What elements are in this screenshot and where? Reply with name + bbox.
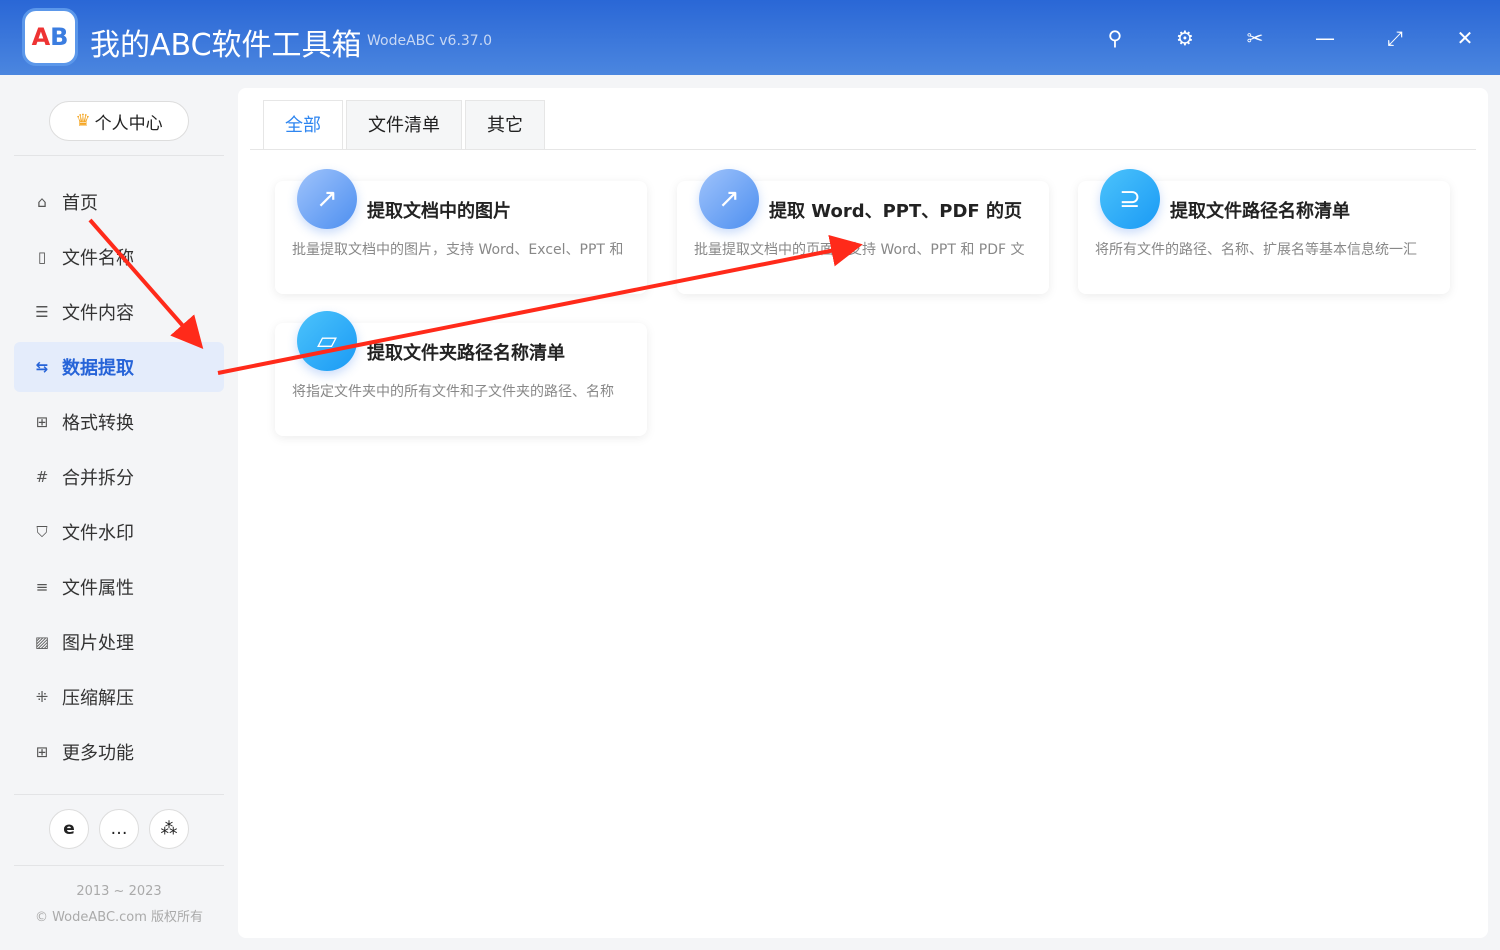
file-icon: ▯ xyxy=(37,248,47,266)
image-icon: ▨ xyxy=(34,633,50,651)
sidebar-item-label: 文件属性 xyxy=(62,578,134,599)
sidebar-item-image[interactable]: ▨ 图片处理 xyxy=(14,617,224,667)
sidebar-item-label: 压缩解压 xyxy=(62,688,134,709)
card-title: 提取文档中的图片 xyxy=(367,201,511,222)
app-title: 我的ABC软件工具箱 xyxy=(90,28,362,63)
divider xyxy=(14,794,224,795)
tab-all[interactable]: 全部 xyxy=(263,100,343,150)
sidebar-item-label: 合并拆分 xyxy=(62,468,134,489)
gear-icon[interactable]: ⚙ xyxy=(1173,26,1197,50)
sidebar: ♛ 个人中心 ⌂ 首页 ▯ 文件名称 ☰ 文件内容 ⇆ 数据提取 ⊞ 格式转换 # 合并拆分 … xyxy=(0,75,225,950)
close-icon[interactable]: ✕ xyxy=(1453,26,1477,50)
sidebar-item-label: 更多功能 xyxy=(62,743,134,764)
personal-center-label: 个人中心 xyxy=(94,113,163,134)
properties-icon: ≡ xyxy=(35,578,49,596)
sidebar-item-properties[interactable]: ≡ 文件属性 xyxy=(14,562,224,612)
sidebar-item-label: 首页 xyxy=(62,193,98,214)
sidebar-item-file-name[interactable]: ▯ 文件名称 xyxy=(14,232,224,282)
title-bar: AB 我的ABC软件工具箱 WodeABC v6.37.0 ⚲ ⚙ ✂ — ⤢ … xyxy=(0,0,1500,75)
crown-icon: ♛ xyxy=(75,111,91,131)
sidebar-item-label: 文件水印 xyxy=(62,523,134,544)
divider xyxy=(14,155,224,156)
card-folder-path-list[interactable]: ▱ 提取文件夹路径名称清单 将指定文件夹中的所有文件和子文件夹的路径、名称 xyxy=(275,311,647,436)
share-icon[interactable]: ⁂ xyxy=(149,809,189,849)
page-extract-icon: ↗ xyxy=(699,169,759,229)
sidebar-item-label: 文件名称 xyxy=(62,248,134,269)
hash-icon: # xyxy=(35,468,49,486)
search-icon[interactable]: ⚲ xyxy=(1103,26,1127,50)
scissors-icon[interactable]: ✂ xyxy=(1243,26,1267,50)
sidebar-item-merge-split[interactable]: # 合并拆分 xyxy=(14,452,224,502)
chat-icon[interactable]: … xyxy=(99,809,139,849)
sidebar-item-compress[interactable]: ⁜ 压缩解压 xyxy=(14,672,224,722)
divider xyxy=(250,149,1476,150)
app-logo: AB xyxy=(22,8,78,66)
card-title: 提取文件夹路径名称清单 xyxy=(367,343,565,364)
convert-icon: ⊞ xyxy=(35,413,49,431)
card-extract-pages[interactable]: ↗ 提取 Word、PPT、PDF 的页 批量提取文档中的页面，支持 Word、… xyxy=(677,169,1049,294)
card-description: 将所有文件的路径、名称、扩展名等基本信息统一汇 xyxy=(1095,242,1417,258)
copyright-years: 2013 ~ 2023 xyxy=(76,884,162,899)
card-description: 批量提取文档中的页面，支持 Word、PPT 和 PDF 文 xyxy=(694,242,1025,258)
divider xyxy=(14,865,224,866)
folder-icon: ▱ xyxy=(297,311,357,371)
card-title: 提取 Word、PPT、PDF 的页 xyxy=(769,201,1022,222)
copyright: © WodeABC.com 版权所有 xyxy=(34,910,204,925)
extract-icon: ⇆ xyxy=(35,358,49,376)
sidebar-item-watermark[interactable]: ⛉ 文件水印 xyxy=(14,507,224,557)
image-extract-icon: ↗ xyxy=(297,169,357,229)
home-icon: ⌂ xyxy=(37,193,47,211)
grid-icon: ⊞ xyxy=(35,743,49,761)
shield-icon: ⛉ xyxy=(36,523,48,541)
sidebar-item-file-content[interactable]: ☰ 文件内容 xyxy=(14,287,224,337)
sidebar-item-label: 数据提取 xyxy=(62,358,134,379)
sidebar-item-format-convert[interactable]: ⊞ 格式转换 xyxy=(14,397,224,447)
sidebar-item-label: 文件内容 xyxy=(62,303,134,324)
sidebar-item-data-extract[interactable]: ⇆ 数据提取 xyxy=(14,342,224,392)
main-panel: 全部 文件清单 其它 ↗ 提取文档中的图片 批量提取文档中的图片，支持 Word… xyxy=(238,88,1488,938)
card-title: 提取文件路径名称清单 xyxy=(1170,201,1350,222)
browser-icon[interactable]: e xyxy=(49,809,89,849)
personal-center-button[interactable]: ♛ 个人中心 xyxy=(49,101,189,141)
card-extract-images[interactable]: ↗ 提取文档中的图片 批量提取文档中的图片，支持 Word、Excel、PPT … xyxy=(275,169,647,294)
minimize-icon[interactable]: — xyxy=(1313,26,1337,50)
app-version: WodeABC v6.37.0 xyxy=(367,33,493,49)
tab-bar: 全部 文件清单 其它 xyxy=(263,100,545,150)
card-file-path-list[interactable]: ⊇ 提取文件路径名称清单 将所有文件的路径、名称、扩展名等基本信息统一汇 xyxy=(1078,169,1450,294)
sidebar-item-home[interactable]: ⌂ 首页 xyxy=(14,177,224,227)
sidebar-item-label: 格式转换 xyxy=(62,413,134,434)
tab-file-list[interactable]: 文件清单 xyxy=(346,100,462,150)
compress-icon: ⁜ xyxy=(35,688,49,706)
sidebar-item-more[interactable]: ⊞ 更多功能 xyxy=(14,727,224,777)
list-icon: ☰ xyxy=(35,303,49,321)
card-description: 批量提取文档中的图片，支持 Word、Excel、PPT 和 xyxy=(292,242,624,258)
sidebar-item-label: 图片处理 xyxy=(62,633,134,654)
path-list-icon: ⊇ xyxy=(1100,169,1160,229)
card-description: 将指定文件夹中的所有文件和子文件夹的路径、名称 xyxy=(292,384,614,400)
expand-icon[interactable]: ⤢ xyxy=(1383,26,1407,50)
tab-other[interactable]: 其它 xyxy=(465,100,545,150)
